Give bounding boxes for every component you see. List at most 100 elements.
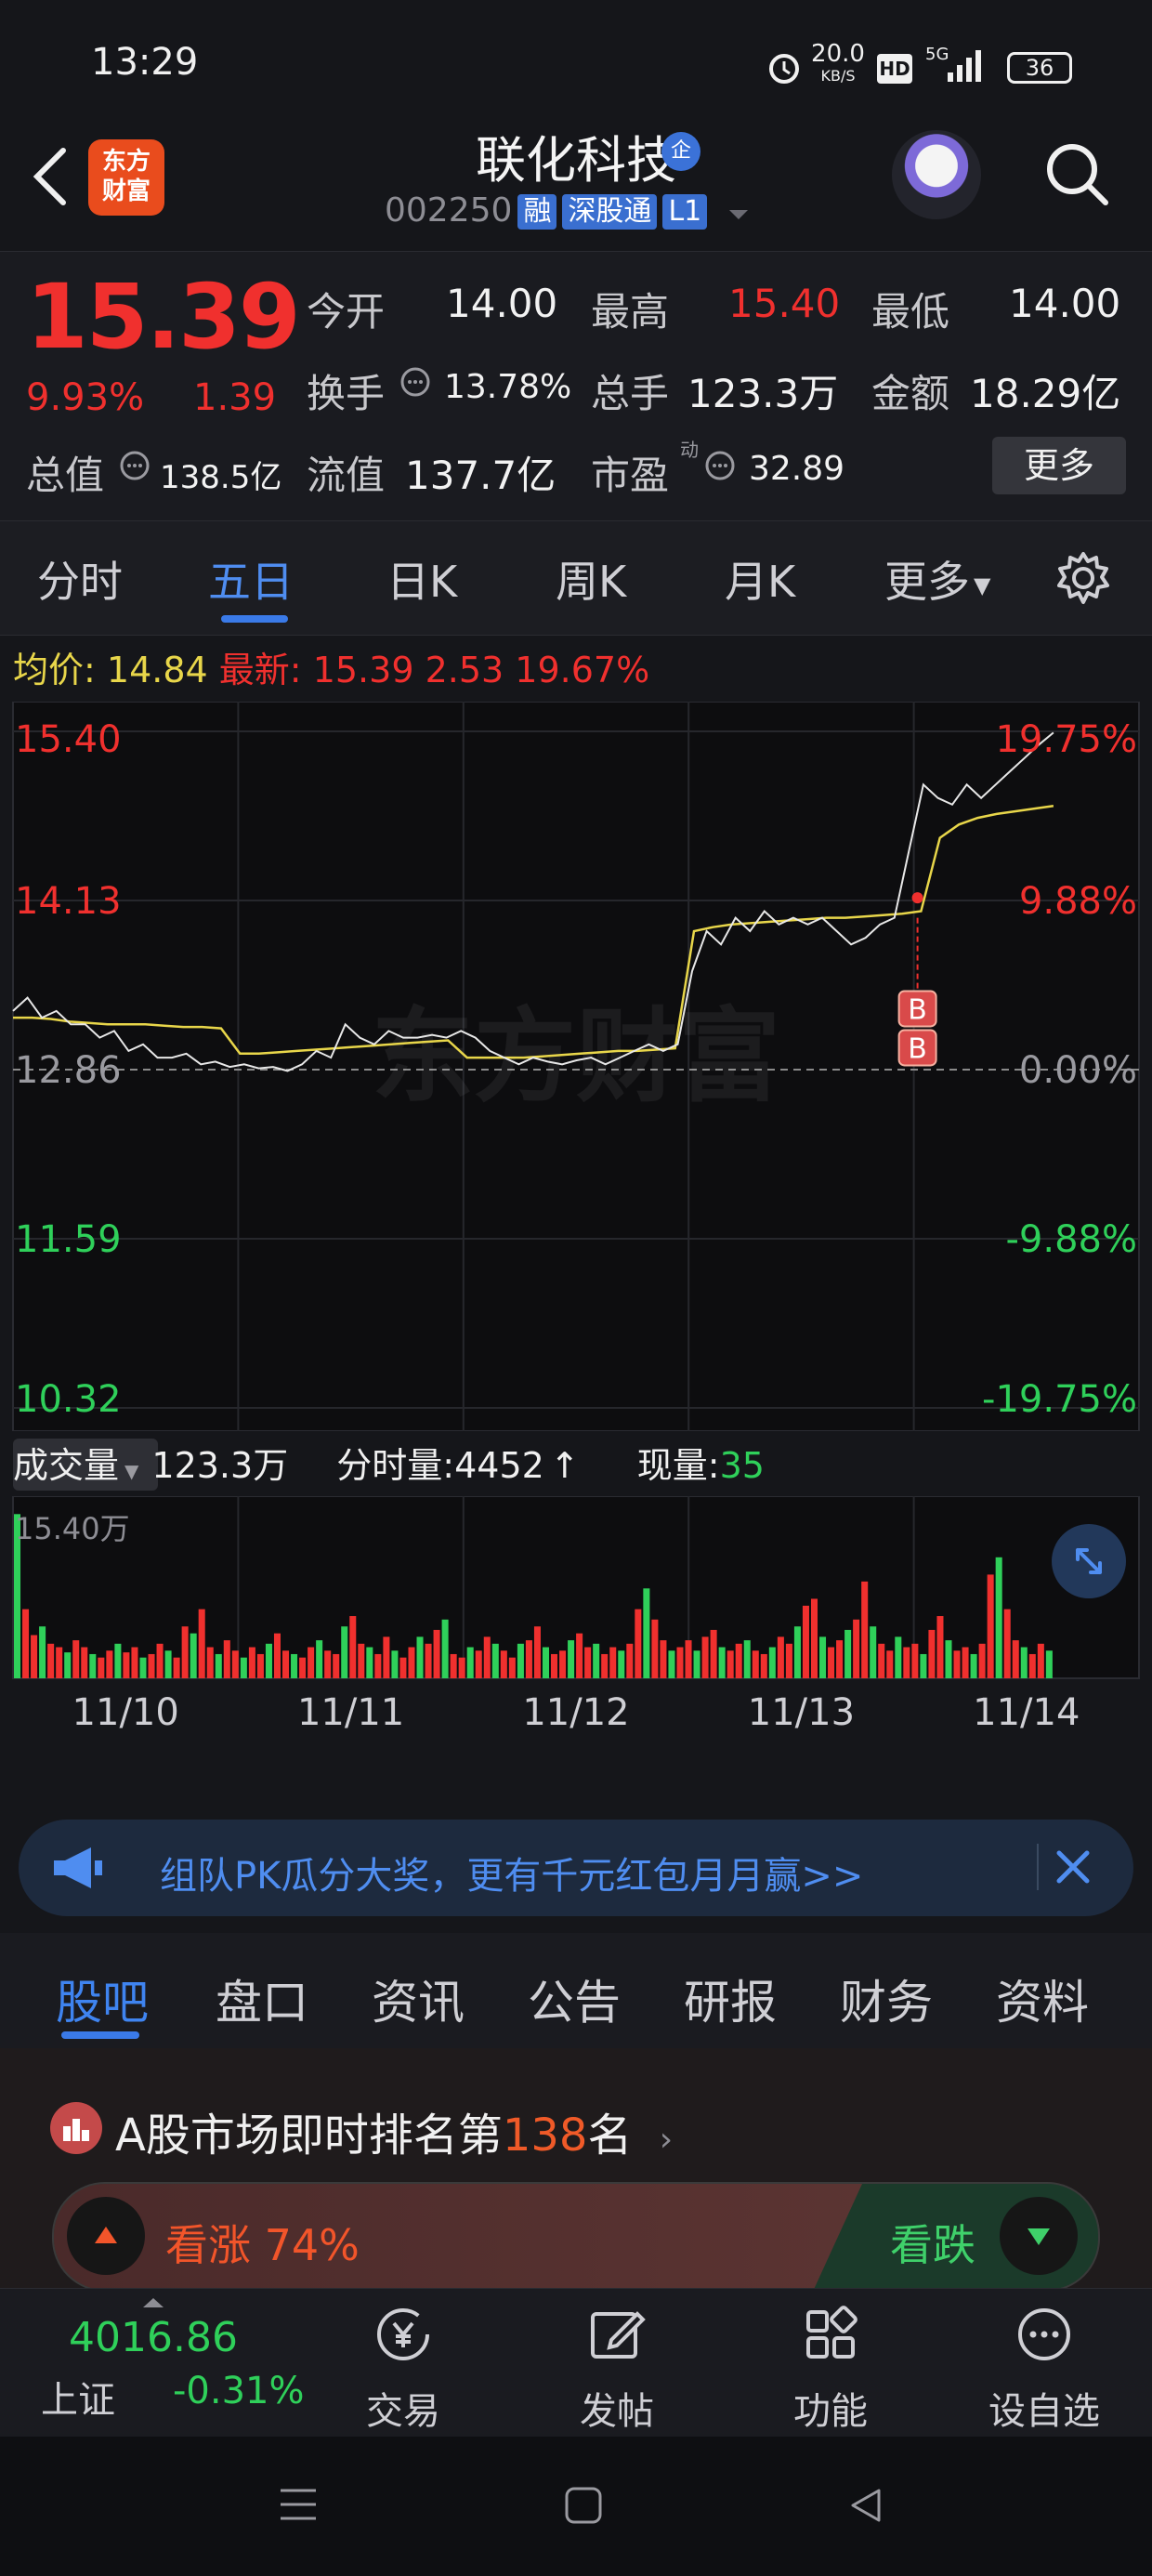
volume-bar	[559, 1650, 567, 1678]
more-dots-icon	[1018, 2308, 1070, 2360]
date-label: 11/11	[297, 1691, 404, 1734]
tab-financials[interactable]: 财务	[840, 1965, 933, 2032]
current-volume-label: 现量:	[636, 1445, 720, 1486]
back-triangle-icon[interactable]	[845, 2485, 886, 2530]
volume-bar	[123, 1652, 130, 1678]
volume-bar	[81, 1647, 88, 1678]
y-tick-right: 9.88%	[1019, 880, 1137, 923]
turnover-info-icon[interactable]	[399, 366, 431, 401]
net-speed-value: 20.0	[811, 40, 865, 68]
volume-bar	[743, 1640, 751, 1678]
assistant-robot-avatar[interactable]	[892, 130, 981, 219]
tab-more[interactable]: 更多 ▼	[884, 548, 990, 610]
nav-add-watchlist[interactable]: 设自选	[970, 2295, 1119, 2435]
more-quote-button[interactable]: 更多	[992, 437, 1126, 494]
volume-bar	[148, 1653, 155, 1678]
volume-bar	[593, 1643, 600, 1678]
pe-info-icon[interactable]	[704, 450, 736, 485]
mcap-label: 总值	[26, 453, 105, 498]
mcap-value: 138.5亿	[160, 459, 282, 496]
volume-indicator-label[interactable]: 成交量	[13, 1445, 119, 1486]
volume-bar	[131, 1647, 138, 1678]
volume-bar	[836, 1640, 844, 1678]
menu-icon[interactable]	[277, 2483, 320, 2530]
index-value[interactable]: 4016.86	[69, 2314, 238, 2361]
tab-five-day[interactable]: 五日	[208, 548, 294, 610]
volume-bar	[72, 1640, 80, 1678]
volume-bar	[139, 1657, 147, 1678]
ranking-prefix: A股市场即时排名第	[115, 2109, 503, 2162]
volume-bar	[911, 1643, 919, 1678]
volume-bar	[651, 1619, 659, 1678]
tab-news[interactable]: 资讯	[372, 1965, 465, 2032]
volume-bar	[752, 1650, 759, 1678]
tab-announcements[interactable]: 公告	[528, 1965, 621, 2032]
volume-bar	[601, 1653, 609, 1678]
banner-close-button[interactable]	[1050, 1844, 1096, 1890]
net-speed: 20.0 KB/S	[810, 40, 866, 87]
index-name[interactable]: 上证	[41, 2370, 115, 2424]
mcap-info-icon[interactable]	[119, 450, 151, 485]
home-icon[interactable]	[563, 2485, 604, 2530]
promo-banner-text[interactable]: 组队PK瓜分大奖，更有千元红包月月赢>>	[160, 1846, 863, 1899]
tab-research[interactable]: 研报	[684, 1965, 777, 2032]
chart-settings-button[interactable]	[1054, 548, 1113, 608]
volume-bar	[1012, 1640, 1019, 1678]
volume-bar	[660, 1640, 667, 1678]
volume-bar	[1045, 1650, 1053, 1678]
date-axis-labels: 11/10 11/11 11/12 11/13 11/14	[72, 1691, 1080, 1734]
vote-down-button[interactable]	[1000, 2197, 1078, 2275]
y-tick-right: 0.00%	[1019, 1049, 1137, 1092]
change-percent: 9.93%	[26, 376, 145, 419]
nav-trade[interactable]: 交易	[329, 2295, 478, 2435]
stock-subline[interactable]: 002250 融深股通 L1	[385, 191, 750, 231]
tab-forum[interactable]: 股吧	[56, 1965, 149, 2032]
watermark: 东方财富	[372, 997, 780, 1116]
volume-bar	[240, 1657, 247, 1678]
active-section-indicator	[61, 2031, 139, 2039]
volume-bar	[533, 1626, 541, 1678]
expand-chart-button[interactable]	[1052, 1524, 1126, 1598]
tab-monthly-k[interactable]: 月K	[725, 548, 795, 610]
tab-intraday[interactable]: 分时	[37, 548, 123, 610]
tab-order-book[interactable]: 盘口	[216, 1965, 308, 2032]
volume-bar	[333, 1653, 340, 1678]
tab-daily-k[interactable]: 日K	[386, 548, 457, 610]
tab-weekly-k[interactable]: 周K	[556, 548, 626, 610]
index-percent[interactable]: -0.31%	[173, 2370, 305, 2412]
chevron-right-icon: ›	[659, 2121, 674, 2159]
search-button[interactable]	[1041, 138, 1115, 212]
volume-bar	[903, 1647, 910, 1678]
volume-bar	[433, 1629, 440, 1678]
volume-bar	[22, 1609, 30, 1678]
volume-bar	[181, 1626, 189, 1678]
five-day-price-chart[interactable]: 东方财富 15.40 19.75% 14.13 9.88% 12.86 0.00% 11.5…	[0, 702, 1152, 1431]
nav-post[interactable]: 发帖	[543, 2295, 691, 2435]
chart-info-line: 均价: 14.84 最新: 15.39 2.53 19.67%	[13, 641, 649, 692]
volume-bar	[256, 1653, 264, 1678]
volume-bar	[953, 1650, 961, 1678]
volume-bar	[341, 1626, 348, 1678]
volume-chart[interactable]: 11/10 11/11 11/12 11/13 11/14	[0, 1496, 1152, 1738]
bullish-label[interactable]: 看涨 74%	[165, 2212, 360, 2273]
bearish-label[interactable]: 看跌	[890, 2212, 975, 2273]
chevron-down-icon[interactable]	[727, 193, 750, 231]
volume-bar	[391, 1650, 399, 1678]
float-value: 137.7亿	[405, 453, 556, 498]
volume-bar	[810, 1598, 818, 1678]
minute-volume: 4452	[454, 1445, 544, 1486]
volume-bar	[895, 1636, 902, 1678]
pe-dynamic-mark: 动	[680, 439, 699, 461]
volume-bar	[156, 1643, 164, 1678]
volume-bar	[551, 1653, 558, 1678]
volume-bar	[584, 1647, 592, 1678]
volume-bar	[408, 1647, 415, 1678]
volume-bar	[450, 1653, 457, 1678]
market-ranking[interactable]: A股市场即时排名第138名 ›	[115, 2098, 673, 2163]
nav-functions[interactable]: 功能	[756, 2295, 905, 2435]
vote-up-button[interactable]	[67, 2197, 145, 2275]
battery-icon: 36	[1007, 52, 1072, 84]
tab-profile[interactable]: 资料	[996, 1965, 1089, 2032]
volume-bar	[861, 1581, 869, 1678]
y-tick-left: 12.86	[15, 1049, 122, 1092]
